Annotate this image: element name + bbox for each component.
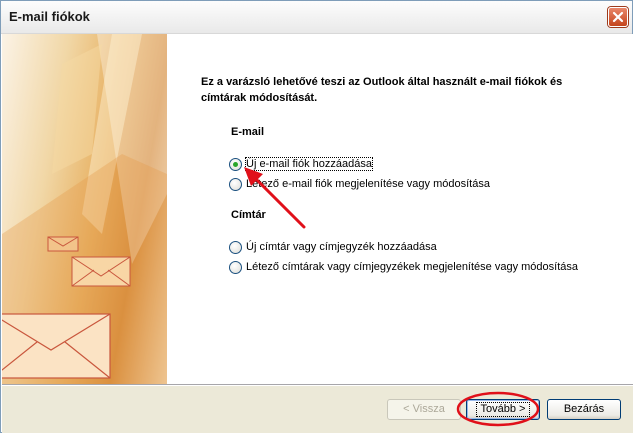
close-icon bbox=[612, 11, 624, 23]
back-button[interactable]: < Vissza bbox=[387, 399, 461, 420]
next-button[interactable]: Tovább > bbox=[466, 399, 540, 420]
radio-button[interactable] bbox=[229, 177, 242, 191]
radio-button[interactable] bbox=[229, 240, 242, 254]
radio-button[interactable] bbox=[229, 260, 242, 274]
next-button-label: Tovább > bbox=[475, 402, 531, 417]
envelope-icon bbox=[71, 256, 131, 287]
title-bar[interactable]: E-mail fiókok bbox=[1, 1, 632, 34]
radio-existing-email-account[interactable]: Létező e-mail fiók megjelenítése vagy mó… bbox=[229, 176, 490, 192]
directory-section-title: Címtár bbox=[231, 209, 266, 221]
intro-text: Ez a varázsló lehetővé teszi az Outlook … bbox=[201, 76, 563, 104]
back-button-label: < Vissza bbox=[403, 403, 445, 415]
wizard-side-image bbox=[2, 34, 167, 384]
radio-label: Új címtár vagy címjegyzék hozzáadása bbox=[246, 241, 437, 253]
window-close-button[interactable] bbox=[608, 7, 628, 27]
radio-label: Új e-mail fiók hozzáadása bbox=[245, 157, 373, 171]
envelope-icon bbox=[2, 313, 111, 379]
close-button[interactable]: Bezárás bbox=[547, 399, 621, 420]
radio-button[interactable] bbox=[229, 157, 242, 171]
radio-new-email-account[interactable]: Új e-mail fiók hozzáadása bbox=[229, 156, 373, 172]
wizard-content: Ez a varázsló lehetővé teszi az Outlook … bbox=[167, 34, 633, 384]
email-accounts-dialog: E-mail fiókok Ez a varázsló lehetővé tes… bbox=[0, 0, 633, 433]
envelope-icon bbox=[47, 236, 79, 252]
radio-label: Létező címtárak vagy címjegyzékek megjel… bbox=[246, 261, 578, 273]
close-button-label: Bezárás bbox=[563, 403, 605, 415]
radio-new-directory[interactable]: Új címtár vagy címjegyzék hozzáadása bbox=[229, 239, 437, 255]
window-title: E-mail fiókok bbox=[9, 9, 90, 24]
email-section-title: E-mail bbox=[231, 126, 265, 138]
button-bar: < Vissza Tovább > Bezárás bbox=[2, 386, 633, 433]
radio-existing-directory[interactable]: Létező címtárak vagy címjegyzékek megjel… bbox=[229, 259, 578, 275]
radio-label: Létező e-mail fiók megjelenítése vagy mó… bbox=[246, 178, 490, 190]
